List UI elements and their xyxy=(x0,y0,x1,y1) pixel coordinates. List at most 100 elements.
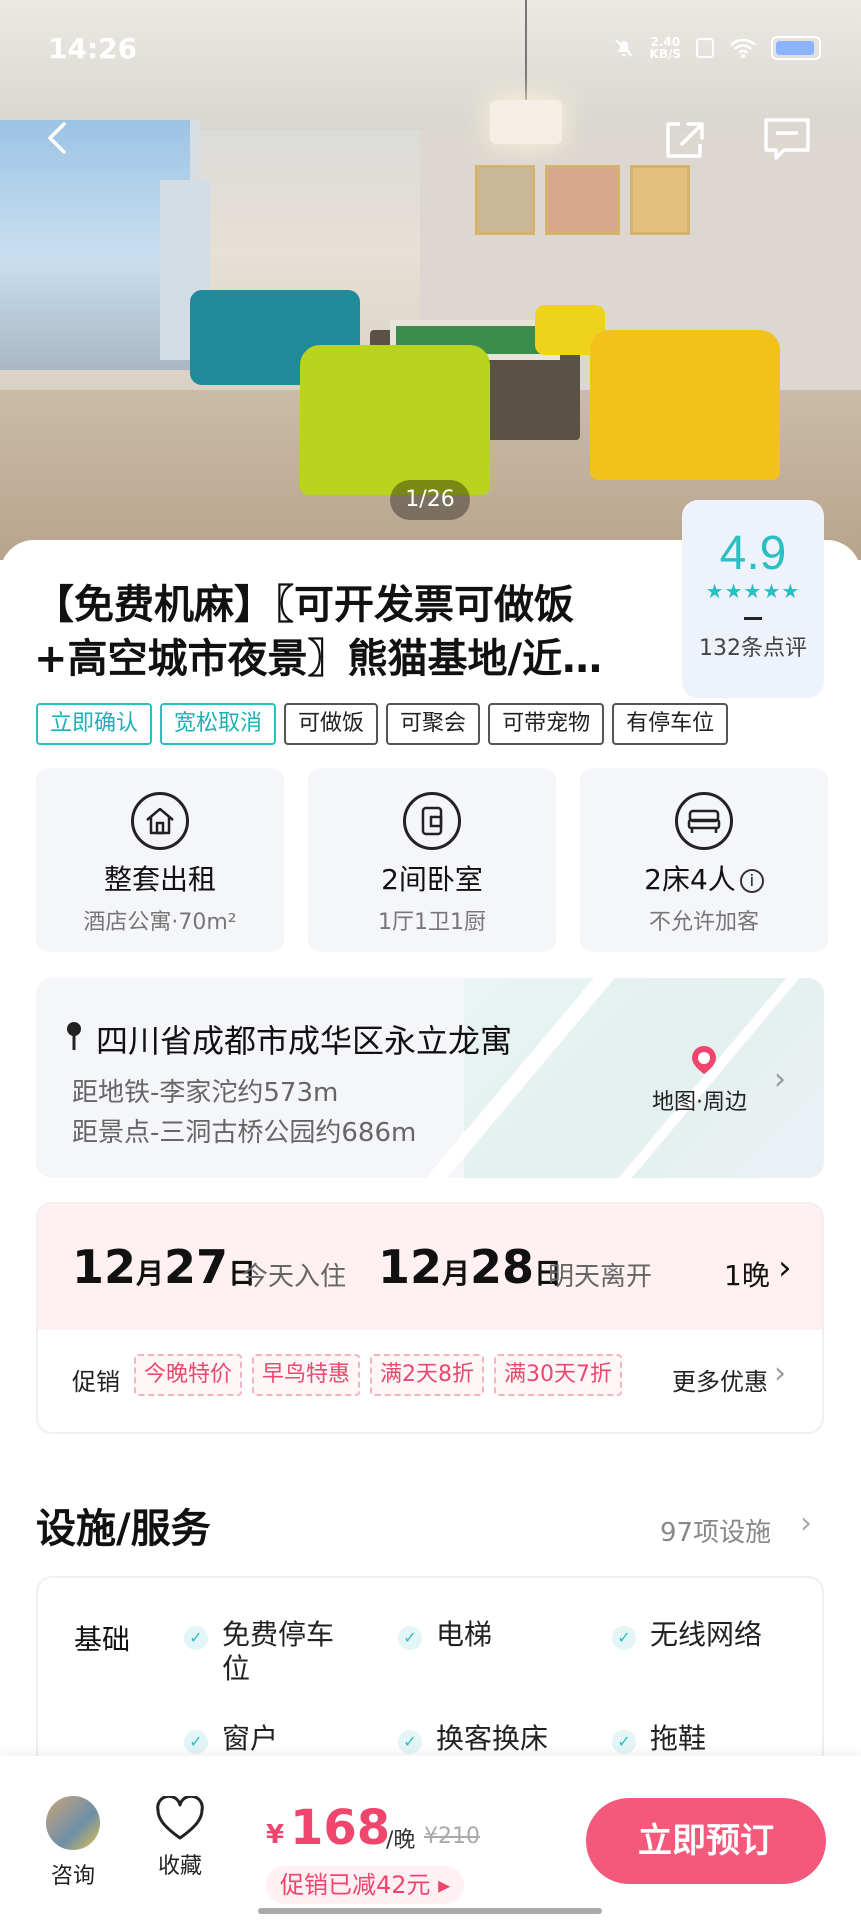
check-icon: ✓ xyxy=(184,1730,208,1754)
listing-title: 【免费机麻】〖可开发票可做饭 +高空城市夜景〗熊猫基地/近… xyxy=(34,578,654,686)
chevron-right-icon: › xyxy=(774,1062,786,1097)
photo-chair-green xyxy=(300,345,490,495)
bed-icon xyxy=(675,792,733,850)
check-icon: ✓ xyxy=(612,1626,636,1650)
hero-photo[interactable]: 14:26 2.40 KB/S 1/26 xyxy=(0,0,861,560)
spec-card-beds[interactable]: 2床4人 i 不允许加客 xyxy=(580,768,828,952)
facility-item: 无线网络 xyxy=(650,1618,763,1651)
date-selector[interactable]: 12月27日 今天入住 12月28日 明天离开 1晚 › xyxy=(38,1204,822,1330)
title-line-2: +高空城市夜景〗熊猫基地/近… xyxy=(34,636,603,682)
check-icon: ✓ xyxy=(612,1730,636,1754)
check-icon: ✓ xyxy=(398,1730,422,1754)
host-avatar xyxy=(46,1796,100,1850)
battery-icon xyxy=(771,36,821,60)
favorite-label: 收藏 xyxy=(157,1854,202,1879)
facility-item: 换客换床 xyxy=(436,1722,549,1755)
facility-item: 窗户 xyxy=(222,1722,279,1755)
original-price: ¥210 xyxy=(424,1824,480,1849)
status-bar: 14:26 2.40 KB/S xyxy=(0,0,861,100)
wifi-icon xyxy=(730,38,756,58)
price-value: 168 xyxy=(290,1800,391,1856)
location-pin-icon xyxy=(67,1022,81,1050)
facility-item: 免费停车位 xyxy=(222,1618,335,1685)
info-icon[interactable]: i xyxy=(739,869,764,893)
status-icons: 2.40 KB/S xyxy=(612,36,821,60)
check-icon: ✓ xyxy=(398,1626,422,1650)
photo-chair-yellow xyxy=(590,330,780,480)
promo-tags: 今晚特价 早鸟特惠 满2天8折 满30天7折 xyxy=(134,1354,623,1396)
promo-label: 促销 xyxy=(72,1368,120,1396)
spec-beds-sub: 不允许加客 xyxy=(648,910,759,935)
checkin-date: 12月27日 xyxy=(72,1240,257,1294)
tag-parking: 有停车位 xyxy=(612,703,729,745)
checkout-date: 12月28日 xyxy=(378,1240,563,1294)
image-counter: 1/26 xyxy=(390,480,470,520)
review-count: 132条点评 xyxy=(699,636,807,661)
promo-tag: 满30天7折 xyxy=(494,1354,623,1396)
spec-beds-main: 2床4人 i xyxy=(580,858,828,898)
rating-score: 4.9 xyxy=(719,527,787,580)
facilities-title: 设施/服务 xyxy=(36,1506,211,1552)
promo-tag: 今晚特价 xyxy=(134,1354,243,1396)
consult-button[interactable]: 咨询 xyxy=(46,1796,100,1890)
share-icon[interactable] xyxy=(660,116,708,164)
spec-cards: 整套出租 酒店公寓·70m² 2间卧室 1厅1卫1厨 2床4人 i 不允许加客 xyxy=(36,768,828,952)
map-road-1 xyxy=(409,978,615,1178)
spec-card-rental-type[interactable]: 整套出租 酒店公寓·70m² xyxy=(36,768,284,952)
price-unit: /晚 xyxy=(386,1828,416,1853)
favorite-button[interactable]: 收藏 xyxy=(152,1796,208,1880)
tag-pets: 可带宠物 xyxy=(488,703,605,745)
back-icon[interactable] xyxy=(38,118,78,158)
nights-count: 1晚 xyxy=(724,1259,770,1292)
rating-card[interactable]: 4.9 ★★★★★ 132条点评 xyxy=(682,500,824,698)
home-indicator xyxy=(258,1908,602,1914)
tag-flexible-cancel: 宽松取消 xyxy=(160,703,277,745)
facilities-count-link[interactable]: 97项设施 xyxy=(660,1512,771,1549)
spec-card-rooms[interactable]: 2间卧室 1厅1卫1厨 xyxy=(308,768,556,952)
spec-rooms-sub: 1厅1卫1厨 xyxy=(378,910,486,935)
chevron-right-icon: › xyxy=(774,1356,786,1391)
sight-distance: 距景点-三洞古桥公园约686m xyxy=(72,1118,417,1148)
book-now-button[interactable]: 立即预订 xyxy=(586,1798,826,1884)
spec-rental-sub: 酒店公寓·70m² xyxy=(83,910,237,935)
status-time: 14:26 xyxy=(48,32,138,65)
promo-tag: 满2天8折 xyxy=(370,1354,485,1396)
map-link-label[interactable]: 地图·周边 xyxy=(652,1084,747,1116)
rating-divider xyxy=(744,617,762,620)
checkin-label: 今天入住 xyxy=(242,1262,347,1292)
facility-item: 电梯 xyxy=(436,1618,493,1651)
checkout-label: 明天离开 xyxy=(548,1262,653,1292)
message-icon[interactable] xyxy=(762,116,812,164)
tag-instant-confirm: 立即确认 xyxy=(36,703,153,745)
mute-icon xyxy=(614,39,633,57)
sim-icon xyxy=(696,38,714,58)
chevron-right-icon: › xyxy=(800,1506,812,1541)
house-icon xyxy=(131,792,189,850)
tag-party: 可聚会 xyxy=(386,703,481,745)
network-speed: 2.40 KB/S xyxy=(649,35,681,61)
map-pin-icon xyxy=(692,1046,716,1074)
facility-item: 拖鞋 xyxy=(650,1722,707,1755)
date-card: 12月27日 今天入住 12月28日 明天离开 1晚 › 促销 今晚特价 早鸟特… xyxy=(36,1202,824,1434)
address-text: 四川省成都市成华区永立龙寓 xyxy=(96,1022,513,1060)
rating-stars-icon: ★★★★★ xyxy=(705,579,801,603)
price-currency: ¥ xyxy=(266,1820,285,1850)
heart-icon xyxy=(156,1796,204,1840)
discount-badge[interactable]: 促销已减42元 ▸ xyxy=(266,1866,465,1904)
promo-tag: 早鸟特惠 xyxy=(252,1354,361,1396)
chevron-right-icon: › xyxy=(778,1248,792,1288)
tag-cooking: 可做饭 xyxy=(284,703,379,745)
facility-category: 基础 xyxy=(74,1623,131,1656)
map-thumbnail xyxy=(409,978,824,1178)
caret-right-icon: ▸ xyxy=(430,1871,451,1899)
address-card[interactable]: 四川省成都市成华区永立龙寓 距地铁-李家沱约573m 距景点-三洞古桥公园约68… xyxy=(36,978,824,1178)
title-line-1: 【免费机麻】〖可开发票可做饭 xyxy=(34,582,574,628)
feature-tags: 立即确认 宽松取消 可做饭 可聚会 可带宠物 有停车位 xyxy=(36,703,729,745)
bottom-action-bar: 咨询 收藏 ¥ 168 /晚 ¥210 促销已减42元 ▸ 立即预订 xyxy=(0,1756,861,1920)
photo-lamp xyxy=(490,100,562,144)
photo-art-2 xyxy=(545,165,620,235)
consult-label: 咨询 xyxy=(50,1864,95,1889)
more-promos-link[interactable]: 更多优惠 xyxy=(672,1362,768,1397)
photo-art-3 xyxy=(630,165,690,235)
metro-distance: 距地铁-李家沱约573m xyxy=(72,1078,339,1108)
